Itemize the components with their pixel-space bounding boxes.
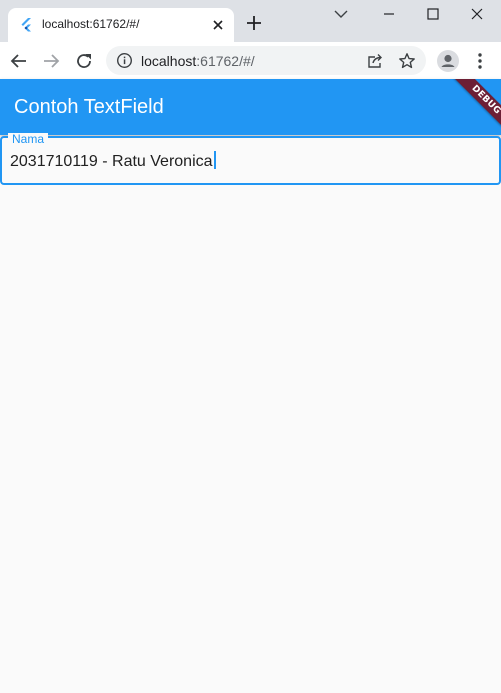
reload-icon[interactable]: [73, 50, 95, 72]
page-title: Contoh TextField: [14, 96, 164, 118]
nama-field-value: 2031710119 - Ratu Veronica: [10, 153, 213, 170]
close-icon[interactable]: [210, 17, 226, 33]
arrow-left-icon[interactable]: [8, 50, 30, 72]
browser-tab[interactable]: localhost:61762/#/: [8, 8, 234, 42]
text-cursor: [213, 151, 216, 169]
url-path: :61762/#/: [196, 53, 255, 69]
maximize-icon[interactable]: [422, 4, 444, 24]
nama-textfield[interactable]: Nama 2031710119 - Ratu Veronica: [0, 133, 501, 185]
nama-field-label: Nama: [8, 133, 49, 145]
star-icon[interactable]: [398, 52, 416, 70]
window-close-icon[interactable]: [466, 4, 488, 24]
debug-banner: DEBUG: [449, 79, 501, 135]
url-text[interactable]: localhost:61762/#/: [141, 53, 255, 69]
address-bar[interactable]: localhost:61762/#/: [106, 46, 426, 75]
info-icon[interactable]: [116, 52, 133, 69]
browser-tabstrip: localhost:61762/#/: [0, 0, 501, 42]
share-icon[interactable]: [366, 52, 384, 70]
minimize-icon[interactable]: [378, 4, 400, 24]
kebab-menu-icon[interactable]: [471, 51, 489, 71]
tab-title: localhost:61762/#/: [42, 17, 140, 31]
flutter-icon: [21, 18, 31, 32]
url-host: localhost: [141, 53, 197, 69]
app-bar: Contoh TextField DEBUG: [0, 79, 501, 135]
new-tab-plus-icon[interactable]: [244, 13, 264, 33]
arrow-right-icon[interactable]: [40, 50, 62, 72]
account-icon[interactable]: [437, 50, 459, 72]
nama-field-input[interactable]: 2031710119 - Ratu Veronica: [10, 151, 216, 171]
tab-search-chevron-icon[interactable]: [330, 4, 352, 24]
browser-toolbar: localhost:61762/#/: [0, 42, 501, 79]
